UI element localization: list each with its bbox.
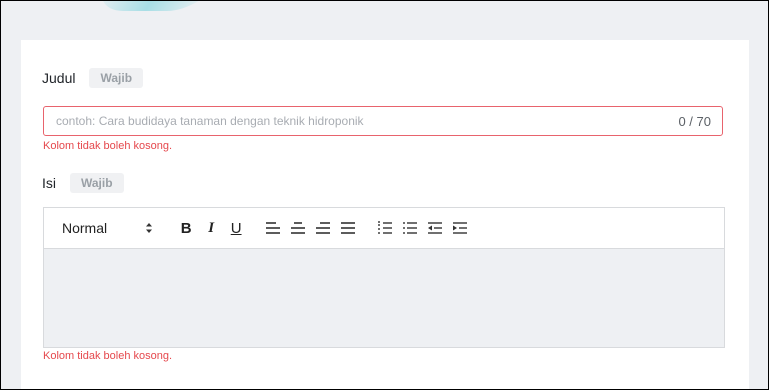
format-select-value: Normal: [62, 220, 108, 236]
align-justify-icon: [341, 222, 356, 234]
underline-button[interactable]: U: [225, 217, 247, 239]
app-frame: Judul Wajib contoh: Cara budidaya tanama…: [0, 0, 769, 390]
title-placeholder: contoh: Cara budidaya tanaman dengan tek…: [56, 114, 364, 128]
align-right-icon: [316, 222, 331, 234]
bullet-list-button[interactable]: [399, 217, 421, 239]
title-input[interactable]: contoh: Cara budidaya tanaman dengan tek…: [43, 106, 723, 136]
editor-toolbar: Normal B I U: [44, 208, 724, 249]
ordered-list-button[interactable]: [374, 217, 396, 239]
outdent-button[interactable]: [424, 217, 446, 239]
align-left-icon: [266, 222, 281, 234]
bold-icon: B: [180, 219, 192, 237]
title-label-row: Judul Wajib: [42, 68, 144, 88]
format-select[interactable]: Normal: [62, 220, 153, 236]
italic-icon: I: [208, 219, 215, 236]
underline-icon: U: [230, 219, 242, 237]
ordered-list-icon: [378, 221, 393, 234]
align-center-button[interactable]: [287, 217, 309, 239]
italic-button[interactable]: I: [200, 217, 222, 239]
indent-icon: [453, 222, 468, 234]
header-decoration: [85, 1, 227, 11]
bold-button[interactable]: B: [175, 217, 197, 239]
align-right-button[interactable]: [312, 217, 334, 239]
rich-text-editor: Normal B I U: [43, 207, 725, 348]
align-center-icon: [291, 222, 306, 234]
title-error-message: Kolom tidak boleh kosong.: [43, 140, 173, 152]
editor-content-area[interactable]: [44, 249, 724, 347]
select-arrows-icon: [145, 222, 153, 234]
bullet-list-icon: [403, 222, 418, 234]
title-label: Judul: [42, 70, 76, 86]
character-counter: 0 / 70: [678, 113, 711, 129]
content-label: Isi: [42, 175, 56, 191]
content-error-message: Kolom tidak boleh kosong.: [43, 350, 173, 362]
content-label-row: Isi Wajib: [42, 173, 124, 193]
required-badge: Wajib: [89, 68, 144, 88]
indent-button[interactable]: [449, 217, 471, 239]
required-badge: Wajib: [70, 173, 124, 193]
align-justify-button[interactable]: [337, 217, 359, 239]
form-card: Judul Wajib contoh: Cara budidaya tanama…: [21, 40, 749, 389]
align-left-button[interactable]: [262, 217, 284, 239]
outdent-icon: [428, 222, 443, 234]
